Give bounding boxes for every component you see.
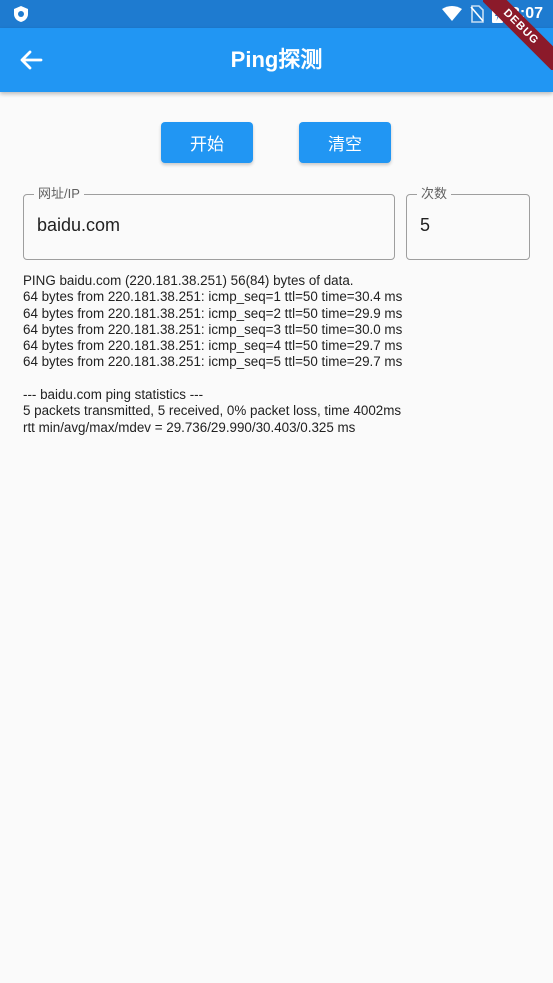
- ping-output: PING baidu.com (220.181.38.251) 56(84) b…: [23, 273, 533, 436]
- no-sim-icon: [470, 5, 484, 23]
- output-line: --- baidu.com ping statistics ---: [23, 387, 204, 403]
- output-line: PING baidu.com (220.181.38.251) 56(84) b…: [23, 273, 354, 288]
- status-icons: 3:07: [441, 4, 543, 24]
- count-field[interactable]: 次数: [406, 185, 530, 260]
- output-line: 64 bytes from 220.181.38.251: icmp_seq=4…: [23, 338, 403, 354]
- url-input[interactable]: [37, 215, 381, 236]
- page-title: Ping探测: [230, 47, 323, 72]
- status-time: 3:07: [510, 5, 543, 22]
- output-line: 5 packets transmitted, 5 received, 0% pa…: [23, 403, 402, 419]
- url-field[interactable]: 网址/IP: [23, 185, 395, 260]
- count-field-label: 次数: [417, 185, 452, 203]
- output-line: 64 bytes from 220.181.38.251: icmp_seq=2…: [23, 305, 403, 321]
- clear-button[interactable]: 清空: [299, 122, 391, 163]
- output-line: rtt min/avg/max/mdev = 29.736/29.990/30.…: [23, 419, 356, 435]
- app-bar: Ping探测: [0, 28, 553, 92]
- battery-charging-icon: [491, 5, 503, 23]
- output-line: 64 bytes from 220.181.38.251: icmp_seq=1…: [23, 289, 403, 305]
- url-field-label: 网址/IP: [34, 185, 84, 203]
- count-input[interactable]: [420, 215, 516, 236]
- wifi-icon: [441, 6, 462, 21]
- output-line: 64 bytes from 220.181.38.251: icmp_seq=5…: [23, 354, 403, 370]
- output-line: 64 bytes from 220.181.38.251: icmp_seq=3…: [23, 321, 403, 337]
- status-bar: 3:07: [0, 0, 553, 28]
- start-button[interactable]: 开始: [161, 122, 253, 163]
- shield-app-icon: [14, 6, 28, 22]
